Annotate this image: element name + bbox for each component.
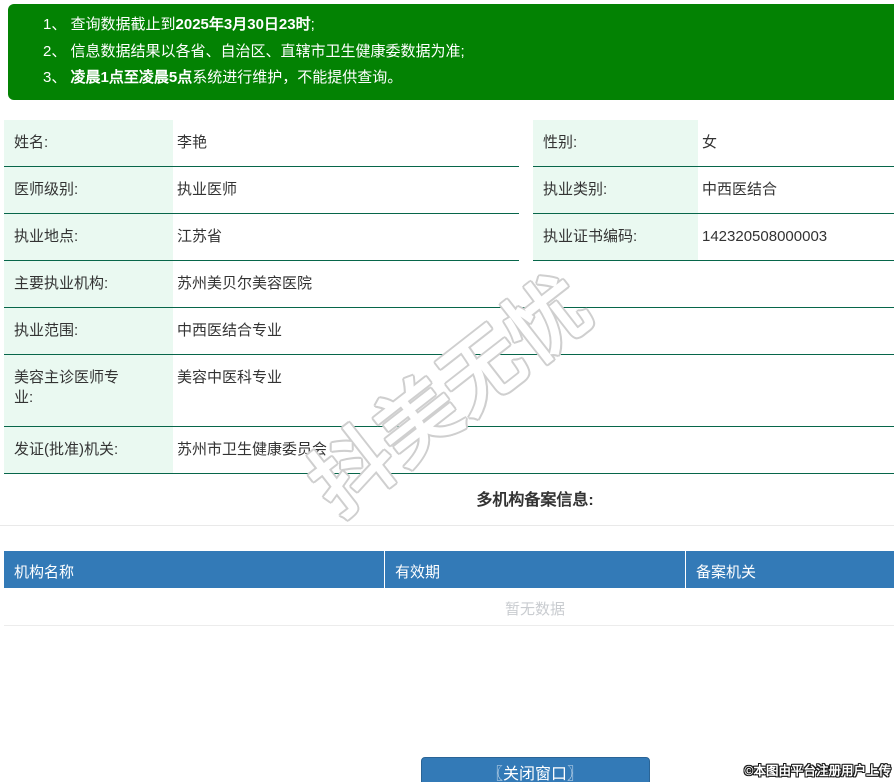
detail-table: 主要执业机构: 苏州美贝尔美容医院 执业范围: 中西医结合专业 美容主诊医师专业…	[4, 261, 894, 474]
row-label: 性别:	[533, 120, 698, 166]
table-row: 主要执业机构: 苏州美贝尔美容医院	[4, 261, 894, 308]
row-value: 江苏省	[177, 228, 223, 245]
table-row: 执业地点: 江苏省	[4, 214, 519, 261]
button-row: 〖关闭窗口〗	[0, 757, 894, 782]
empty-state-text: 暂无数据	[4, 588, 894, 626]
row-label: 执业类别:	[533, 167, 698, 213]
table-gap	[519, 120, 533, 261]
table-row: 执业类别: 中西医结合	[533, 167, 894, 214]
row-label: 美容主诊医师专业:	[4, 355, 173, 426]
row-value: 142320508000003	[702, 228, 828, 245]
table-row: 姓名: 李艳	[4, 120, 519, 167]
section-divider	[0, 525, 894, 526]
row-label: 执业范围:	[4, 308, 173, 354]
row-value: 苏州美贝尔美容医院	[177, 275, 313, 292]
notice-line-3: 3、 凌晨1点至凌晨5点系统进行维护，不能提供查询。	[43, 69, 403, 86]
profile-table-left: 姓名: 李艳 医师级别: 执业医师 执业地点: 江苏省	[4, 120, 519, 261]
table-row: 医师级别: 执业医师	[4, 167, 519, 214]
row-value: 女	[702, 134, 718, 151]
profile-table-right: 性别: 女 执业类别: 中西医结合 执业证书编码: 14232050800000…	[533, 120, 894, 261]
close-window-button[interactable]: 〖关闭窗口〗	[420, 757, 650, 782]
row-value: 中西医结合专业	[177, 322, 283, 339]
page-viewport: 1、 查询数据截止到2025年3月30日23时; 2、 信息数据结果以各省、自治…	[0, 0, 894, 782]
header-cell-validity: 有效期	[384, 551, 685, 588]
table-row: 发证(批准)机关: 苏州市卫生健康委员会	[4, 427, 894, 474]
filing-section-heading: 多机构备案信息:	[476, 492, 594, 509]
row-label: 姓名:	[4, 120, 173, 166]
notice-line-1: 1、 查询数据截止到2025年3月30日23时;	[43, 16, 315, 33]
table-row: 美容主诊医师专业: 美容中医科专业	[4, 355, 894, 427]
row-label: 执业证书编码:	[533, 214, 698, 260]
row-value: 执业医师	[177, 181, 238, 198]
filing-table: 机构名称 有效期 备案机关 暂无数据	[4, 551, 894, 626]
row-value: 李艳	[177, 134, 208, 151]
row-value: 苏州市卫生健康委员会	[177, 441, 328, 458]
header-cell-authority: 备案机关	[685, 551, 894, 588]
profile-table: 姓名: 李艳 医师级别: 执业医师 执业地点: 江苏省 性别: 女 执业类别: …	[4, 120, 894, 261]
filing-table-header: 机构名称 有效期 备案机关	[4, 551, 894, 588]
row-label: 发证(批准)机关:	[4, 427, 173, 473]
notice-banner: 1、 查询数据截止到2025年3月30日23时; 2、 信息数据结果以各省、自治…	[8, 4, 894, 100]
row-label: 主要执业机构:	[4, 261, 173, 307]
table-row: 性别: 女	[533, 120, 894, 167]
table-row: 执业范围: 中西医结合专业	[4, 308, 894, 355]
row-value: 中西医结合	[702, 181, 778, 198]
notice-line-2: 2、 信息数据结果以各省、自治区、直辖市卫生健康委数据为准;	[43, 42, 465, 60]
row-value: 美容中医科专业	[177, 369, 283, 386]
header-cell-institution: 机构名称	[14, 564, 75, 581]
table-row: 执业证书编码: 142320508000003	[533, 214, 894, 261]
row-label: 医师级别:	[4, 167, 173, 213]
query-result-page: 1、 查询数据截止到2025年3月30日23时; 2、 信息数据结果以各省、自治…	[0, 4, 894, 782]
row-label: 执业地点:	[4, 214, 173, 260]
